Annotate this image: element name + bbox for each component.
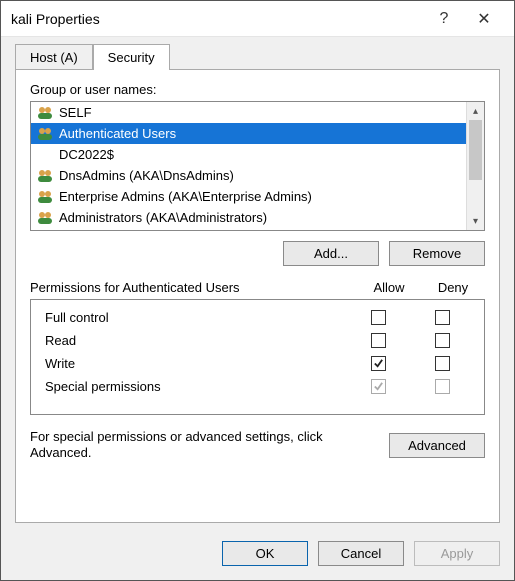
permission-row: Full control bbox=[41, 306, 474, 329]
blank-icon bbox=[37, 147, 53, 163]
close-button[interactable]: ✕ bbox=[464, 1, 504, 37]
group-icon bbox=[37, 189, 53, 205]
list-item[interactable]: DnsAdmins (AKA\DnsAdmins) bbox=[31, 165, 466, 186]
list-item-label: DC2022$ bbox=[59, 147, 114, 162]
deny-checkbox bbox=[435, 379, 450, 394]
deny-checkbox[interactable] bbox=[435, 356, 450, 371]
group-icon bbox=[37, 126, 53, 142]
list-item-label: DnsAdmins (AKA\DnsAdmins) bbox=[59, 168, 234, 183]
permission-row: Special permissions bbox=[41, 375, 474, 398]
help-button[interactable]: ? bbox=[424, 1, 464, 37]
deny-checkbox[interactable] bbox=[435, 333, 450, 348]
list-item-label: Authenticated Users bbox=[59, 126, 176, 141]
allow-checkbox bbox=[371, 379, 386, 394]
remove-button[interactable]: Remove bbox=[389, 241, 485, 266]
add-button[interactable]: Add... bbox=[283, 241, 379, 266]
tab-label: Security bbox=[108, 50, 155, 65]
principals-listbox[interactable]: SELF Authenticated Users DC2022$ Dn bbox=[30, 101, 485, 231]
ok-button[interactable]: OK bbox=[222, 541, 308, 566]
permission-name: Read bbox=[41, 333, 346, 348]
tabstrip: Host (A) Security bbox=[1, 37, 514, 70]
permissions-box: Full control Read Write Special permissi… bbox=[30, 299, 485, 415]
tab-label: Host (A) bbox=[30, 50, 78, 65]
permissions-title: Permissions for Authenticated Users bbox=[30, 280, 357, 295]
permission-row: Write bbox=[41, 352, 474, 375]
deny-checkbox[interactable] bbox=[435, 310, 450, 325]
list-item[interactable]: Enterprise Admins (AKA\Enterprise Admins… bbox=[31, 186, 466, 207]
window-title: kali Properties bbox=[11, 11, 424, 27]
scroll-down-icon[interactable]: ▾ bbox=[467, 212, 484, 230]
apply-button: Apply bbox=[414, 541, 500, 566]
advanced-hint: For special permissions or advanced sett… bbox=[30, 429, 375, 462]
permission-name: Special permissions bbox=[41, 379, 346, 394]
advanced-button[interactable]: Advanced bbox=[389, 433, 485, 458]
permission-row: Read bbox=[41, 329, 474, 352]
list-item-label: SELF bbox=[59, 105, 92, 120]
list-item-label: Administrators (AKA\Administrators) bbox=[59, 210, 267, 225]
group-icon bbox=[37, 168, 53, 184]
group-icon bbox=[37, 105, 53, 121]
group-icon bbox=[37, 210, 53, 226]
deny-header: Deny bbox=[421, 280, 485, 295]
titlebar: kali Properties ? ✕ bbox=[1, 1, 514, 37]
scroll-track[interactable] bbox=[467, 120, 484, 212]
principals-list: SELF Authenticated Users DC2022$ Dn bbox=[31, 102, 466, 230]
list-item[interactable]: SELF bbox=[31, 102, 466, 123]
tab-security[interactable]: Security bbox=[93, 44, 170, 70]
group-names-label: Group or user names: bbox=[30, 82, 485, 97]
list-item[interactable]: DC2022$ bbox=[31, 144, 466, 165]
dialog-buttons: OK Cancel Apply bbox=[1, 531, 514, 580]
scrollbar[interactable]: ▴ ▾ bbox=[466, 102, 484, 230]
cancel-button[interactable]: Cancel bbox=[318, 541, 404, 566]
allow-checkbox[interactable] bbox=[371, 310, 386, 325]
properties-dialog: kali Properties ? ✕ Host (A) Security Gr… bbox=[0, 0, 515, 581]
list-item[interactable]: Authenticated Users bbox=[31, 123, 466, 144]
scroll-up-icon[interactable]: ▴ bbox=[467, 102, 484, 120]
list-item-label: Enterprise Admins (AKA\Enterprise Admins… bbox=[59, 189, 312, 204]
tab-host-a[interactable]: Host (A) bbox=[15, 44, 93, 71]
allow-header: Allow bbox=[357, 280, 421, 295]
scroll-thumb[interactable] bbox=[469, 120, 482, 180]
permissions-header: Permissions for Authenticated Users Allo… bbox=[30, 280, 485, 295]
allow-checkbox[interactable] bbox=[371, 333, 386, 348]
permission-name: Write bbox=[41, 356, 346, 371]
security-panel: Group or user names: SELF Authenticated … bbox=[15, 69, 500, 523]
permission-name: Full control bbox=[41, 310, 346, 325]
list-item[interactable]: Administrators (AKA\Administrators) bbox=[31, 207, 466, 228]
allow-checkbox[interactable] bbox=[371, 356, 386, 371]
